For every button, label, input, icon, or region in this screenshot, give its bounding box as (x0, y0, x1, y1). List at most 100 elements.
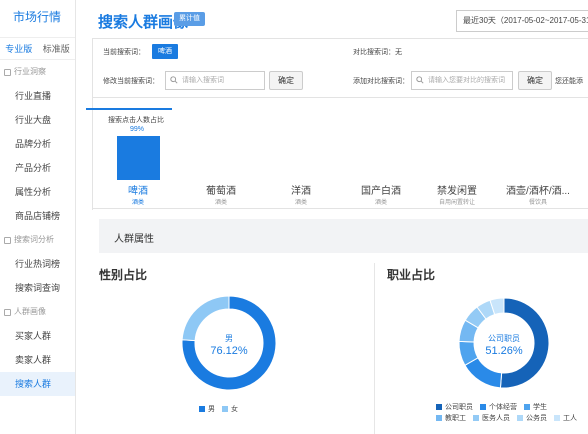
legend-item-occupation-5[interactable]: 公务员 (517, 412, 547, 423)
gender-center-label: 男 (225, 334, 233, 343)
click-share-chart: 搜索点击人数占比 99% 啤酒 酒类 葡萄酒 酒类 洋酒 酒类 国产白酒 酒类 … (92, 98, 588, 210)
confirm-keyword-button[interactable]: 确定 (269, 71, 303, 90)
legend-label: 学生 (533, 403, 547, 411)
sidebar-item-search-query[interactable]: 搜索词查询 (0, 276, 75, 300)
sidebar-brand[interactable]: 市场行情 (0, 0, 75, 38)
occupation-chart-title: 职业占比 (387, 268, 436, 282)
gender-slice-1[interactable] (181, 295, 230, 342)
tabs-baseline (93, 208, 588, 209)
legend-swatch (436, 403, 442, 410)
sidebar-group-search: 搜索词分析 (0, 228, 75, 252)
legend-label: 公务员 (526, 414, 547, 422)
add-compare-input[interactable]: 请输入您要对比的搜索词 (411, 71, 513, 90)
keyword-tab-wine-cup[interactable]: 酒壶/酒杯/酒... 餐饮具 (498, 182, 578, 208)
modify-keyword-label: 修改当前搜索词： (103, 78, 159, 85)
sidebar: 市场行情 专业版 标准版 行业洞察 行业直播 行业大盘 品牌分析 产品分析 属性… (0, 0, 76, 434)
legend-label: 女 (231, 405, 238, 413)
keyword-tab-baijiu[interactable]: 国产白酒 酒类 (348, 182, 414, 208)
keyword-tab-beer[interactable]: 啤酒 酒类 (113, 182, 163, 208)
keyword-name: 葡萄酒 (206, 186, 236, 197)
current-keyword-label: 当前搜索词： (103, 49, 145, 56)
sidebar-item-store-ranking[interactable]: 商品店铺榜 (0, 204, 75, 228)
modify-keyword-input[interactable]: 请输入搜索词 (165, 71, 265, 90)
modify-keyword-placeholder: 请输入搜索词 (182, 77, 224, 84)
keyword-name: 洋酒 (291, 186, 311, 197)
sidebar-item-seller-crowd[interactable]: 卖家人群 (0, 348, 75, 372)
legend-label: 公司职员 (445, 403, 473, 411)
keyword-category: 酒类 (214, 200, 227, 206)
legend-swatch (436, 414, 442, 421)
industry-icon (4, 68, 11, 76)
keyword-category: 酒类 (131, 200, 144, 206)
legend-swatch (199, 405, 205, 412)
sidebar-group-crowd: 人群画像 (0, 300, 75, 324)
legend-item-occupation-4[interactable]: 医务人员 (473, 412, 510, 423)
sidebar-item-industry-live[interactable]: 行业直播 (0, 84, 75, 108)
legend-label: 工人 (563, 414, 577, 422)
legend-item-male[interactable]: 男 (199, 403, 215, 414)
sidebar-item-product-analysis[interactable]: 产品分析 (0, 156, 75, 180)
keyword-name: 禁发闲置 (437, 186, 477, 197)
add-compare-placeholder: 请输入您要对比的搜索词 (428, 77, 505, 84)
occupation-center-label: 公司职员 (488, 334, 520, 343)
compare-keyword-label: 对比搜索词：无 (353, 49, 402, 56)
legend-item-occupation-2[interactable]: 学生 (524, 401, 547, 412)
legend-item-female[interactable]: 女 (222, 403, 238, 414)
search-icon (416, 76, 424, 84)
active-tab-underline (86, 108, 172, 110)
section-header: 人群属性 (99, 219, 588, 253)
chart-title: 搜索点击人数占比 (108, 117, 164, 124)
keyword-category: 自用闲置转让 (438, 200, 475, 206)
keyword-tab-idle[interactable]: 禁发闲置 自用闲置转让 (427, 182, 487, 208)
legend-swatch (222, 405, 228, 412)
legend-item-occupation-3[interactable]: 教职工 (436, 412, 466, 423)
legend-item-occupation-1[interactable]: 个体经营 (480, 401, 517, 412)
gender-chart-title: 性别占比 (99, 268, 148, 282)
sidebar-item-attribute-analysis[interactable]: 属性分析 (0, 180, 75, 204)
legend-swatch (480, 403, 486, 410)
page-header: 搜索人群画像 累计值 最近30天（2017-05-02~2017-05-31） (78, 0, 588, 38)
gender-donut-chart: 男 76.12% (181, 295, 277, 391)
occupation-slice-0[interactable] (499, 297, 550, 389)
keyword-name: 国产白酒 (361, 186, 401, 197)
sidebar-group-label: 搜索词分析 (14, 235, 54, 244)
bar-value-label: 99% (130, 126, 145, 133)
gender-center-value: 76.12% (210, 345, 248, 357)
app-root: 市场行情 专业版 标准版 行业洞察 行业直播 行业大盘 品牌分析 产品分析 属性… (0, 0, 588, 434)
occupation-legend: 公司职员 个体经营 学生教职工 医务人员 公务员 工人 (436, 401, 586, 423)
tab-pro[interactable]: 专业版 (0, 42, 38, 55)
cumulative-badge: 累计值 (174, 12, 205, 26)
legend-item-occupation-6[interactable]: 工人 (554, 412, 577, 423)
sidebar-group-label: 人群画像 (14, 307, 46, 316)
crowd-icon (4, 308, 11, 316)
sidebar-group-industry: 行业洞察 (0, 60, 75, 84)
keyword-tab-liquor[interactable]: 洋酒 酒类 (276, 182, 326, 208)
keyword-category: 酒类 (374, 200, 387, 206)
sidebar-item-brand-analysis[interactable]: 品牌分析 (0, 132, 75, 156)
sidebar-item-hot-words[interactable]: 行业热词榜 (0, 252, 75, 276)
legend-item-occupation-0[interactable]: 公司职员 (436, 401, 473, 412)
date-range-picker[interactable]: 最近30天（2017-05-02~2017-05-31） (456, 10, 588, 32)
legend-swatch (554, 414, 560, 421)
legend-swatch (473, 414, 479, 421)
occupation-donut-chart: 公司职员 51.26% (458, 297, 550, 389)
sidebar-item-search-crowd[interactable]: 搜索人群 (0, 372, 75, 396)
add-compare-label: 添加对比搜索词： (353, 78, 409, 85)
legend-label: 男 (208, 405, 215, 413)
tab-standard[interactable]: 标准版 (38, 42, 76, 55)
remaining-hint: 您还能添 (555, 78, 583, 85)
current-keyword-tag[interactable]: 啤酒 (152, 44, 178, 59)
sidebar-item-buyer-crowd[interactable]: 买家人群 (0, 324, 75, 348)
legend-label: 个体经营 (489, 403, 517, 411)
keyword-name: 啤酒 (128, 186, 148, 197)
keyword-category: 酒类 (294, 200, 307, 206)
chart-divider (374, 263, 375, 434)
keyword-name: 酒壶/酒杯/酒... (506, 186, 570, 197)
keyword-category: 餐饮具 (528, 200, 547, 206)
keyword-tab-wine[interactable]: 葡萄酒 酒类 (191, 182, 251, 208)
legend-label: 教职工 (445, 414, 466, 422)
sidebar-item-industry-market[interactable]: 行业大盘 (0, 108, 75, 132)
confirm-compare-button[interactable]: 确定 (518, 71, 552, 90)
section-title: 人群属性 (114, 234, 154, 245)
bar-beer[interactable] (117, 136, 160, 180)
